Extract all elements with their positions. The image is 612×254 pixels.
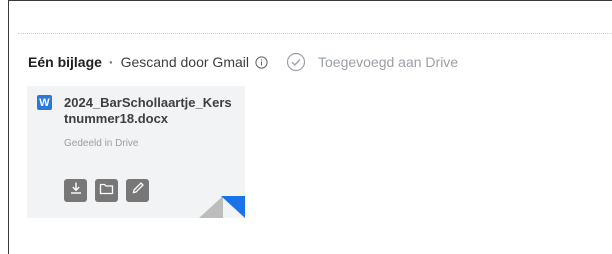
check-circle-icon [286, 52, 306, 72]
drive-badge-corner [221, 196, 245, 218]
attachment-count: Eén bijlage [28, 54, 102, 70]
info-icon[interactable] [255, 55, 268, 69]
edit-button[interactable] [126, 179, 149, 202]
attachment-file-name: 2024_BarSchollaartje_Kerstnummer18.docx [64, 95, 232, 126]
download-button[interactable] [64, 179, 87, 202]
edit-icon [131, 181, 145, 200]
drive-status-label: Toegevoegd aan Drive [318, 54, 459, 70]
drive-status: Toegevoegd aan Drive [286, 52, 458, 72]
attachment-header: Eén bijlage · Gescand door Gmail Toegevo… [28, 52, 458, 72]
folder-icon [99, 182, 114, 200]
card-corner-fold [199, 196, 223, 218]
section-divider [18, 33, 612, 34]
add-to-drive-button[interactable] [95, 179, 118, 202]
word-file-icon: W [37, 95, 52, 110]
scan-status: Gescand door Gmail [120, 54, 249, 70]
attachment-card[interactable]: W 2024_BarSchollaartje_Kerstnummer18.doc… [27, 86, 245, 218]
download-icon [69, 181, 83, 200]
shared-in-drive-label: Gedeeld in Drive [64, 138, 139, 149]
separator-dot: · [108, 54, 114, 70]
attachment-actions [64, 179, 149, 202]
